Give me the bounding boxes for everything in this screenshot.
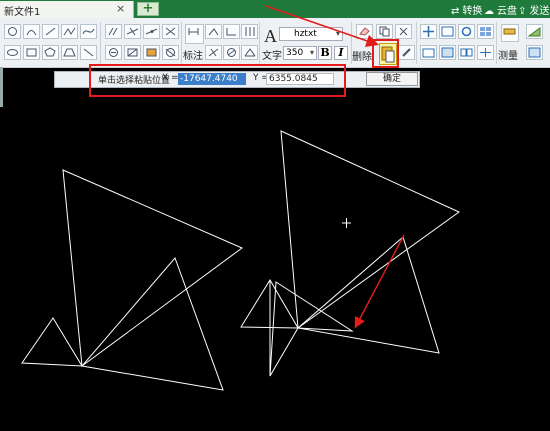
red-arrow-to-paste-point (354, 234, 405, 329)
highlight-box-paste-bar (89, 64, 346, 97)
red-arrow-to-paste (265, 5, 380, 47)
highlight-box-paste-button (372, 39, 399, 68)
annotation-overlay (89, 5, 405, 329)
